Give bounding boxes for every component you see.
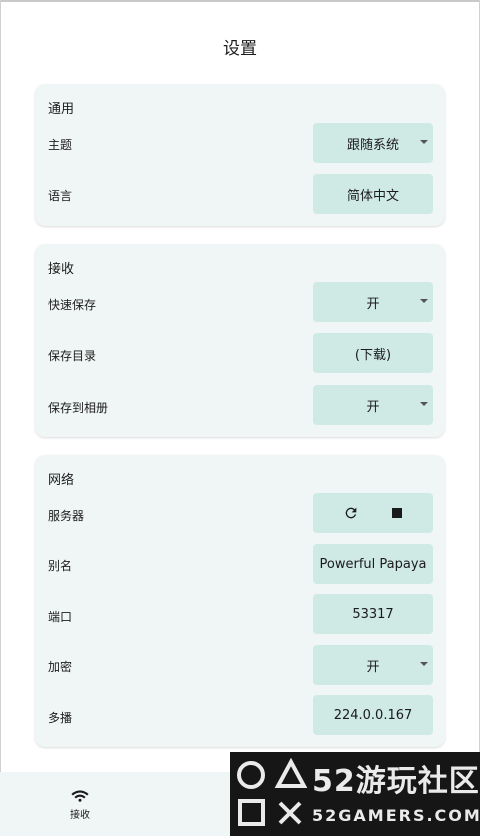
chevron-down-icon	[420, 662, 428, 666]
theme-value: 跟随系统	[346, 137, 399, 153]
watermark-title: 52游玩社区	[312, 764, 480, 799]
chevron-down-icon	[420, 140, 428, 144]
server-controls	[313, 493, 433, 533]
quick-save-value: 开	[366, 296, 380, 312]
general-section-title: 通用	[48, 102, 75, 117]
multicast-field[interactable]: 224.0.0.167	[313, 695, 433, 735]
chevron-down-icon	[420, 402, 428, 406]
stop-icon[interactable]	[391, 507, 403, 519]
network-section-title: 网络	[48, 473, 75, 488]
network-settings-card: 网络 服务器 别名 Powerful Papaya 端口 53317 加密 开 …	[35, 455, 445, 747]
language-button[interactable]: 简体中文	[313, 174, 433, 214]
alias-field[interactable]: Powerful Papaya	[313, 544, 433, 584]
receive-settings-card: 接收 快速保存 开 保存目录 (下载) 保存到相册 开	[35, 244, 445, 437]
server-label: 服务器	[48, 509, 85, 523]
port-field[interactable]: 53317	[313, 594, 433, 634]
game-buttons-logo-icon	[237, 757, 308, 826]
wifi-icon	[71, 790, 89, 802]
multicast-value: 224.0.0.167	[333, 707, 413, 723]
alias-value: Powerful Papaya	[319, 556, 427, 572]
save-dir-value: (下载)	[354, 347, 392, 363]
save-to-album-label: 保存到相册	[48, 401, 109, 415]
chevron-down-icon	[420, 299, 428, 303]
theme-dropdown[interactable]: 跟随系统	[313, 123, 433, 163]
save-to-album-dropdown[interactable]: 开	[313, 385, 433, 425]
quick-save-dropdown[interactable]: 开	[313, 282, 433, 322]
theme-label: 主题	[48, 138, 73, 152]
multicast-label: 多播	[48, 711, 73, 725]
encryption-label: 加密	[48, 660, 73, 674]
refresh-icon[interactable]	[343, 505, 359, 521]
general-settings-card: 通用 主题 跟随系统 语言 简体中文	[35, 84, 445, 226]
encryption-dropdown[interactable]: 开	[313, 645, 433, 685]
receive-section-title: 接收	[48, 262, 75, 277]
port-value: 53317	[352, 606, 394, 622]
save-to-album-value: 开	[366, 399, 380, 415]
nav-item-receive[interactable]: 接收	[55, 788, 105, 821]
port-label: 端口	[48, 610, 73, 624]
language-label: 语言	[48, 189, 73, 203]
bottom-navigation: 接收	[0, 772, 230, 836]
quick-save-label: 快速保存	[48, 298, 97, 312]
save-dir-label: 保存目录	[48, 349, 97, 363]
alias-label: 别名	[48, 559, 73, 573]
language-value: 简体中文	[346, 188, 399, 204]
window-left-border	[0, 0, 1, 836]
save-dir-button[interactable]: (下载)	[313, 333, 433, 373]
nav-label-receive: 接收	[70, 810, 90, 821]
watermark-logo: 52游玩社区 52GAMERS.COM	[230, 752, 480, 836]
watermark-url: 52GAMERS.COM	[312, 806, 480, 825]
encryption-value: 开	[366, 659, 380, 675]
page-title: 设置	[223, 39, 257, 59]
window-top-border	[0, 0, 480, 2]
